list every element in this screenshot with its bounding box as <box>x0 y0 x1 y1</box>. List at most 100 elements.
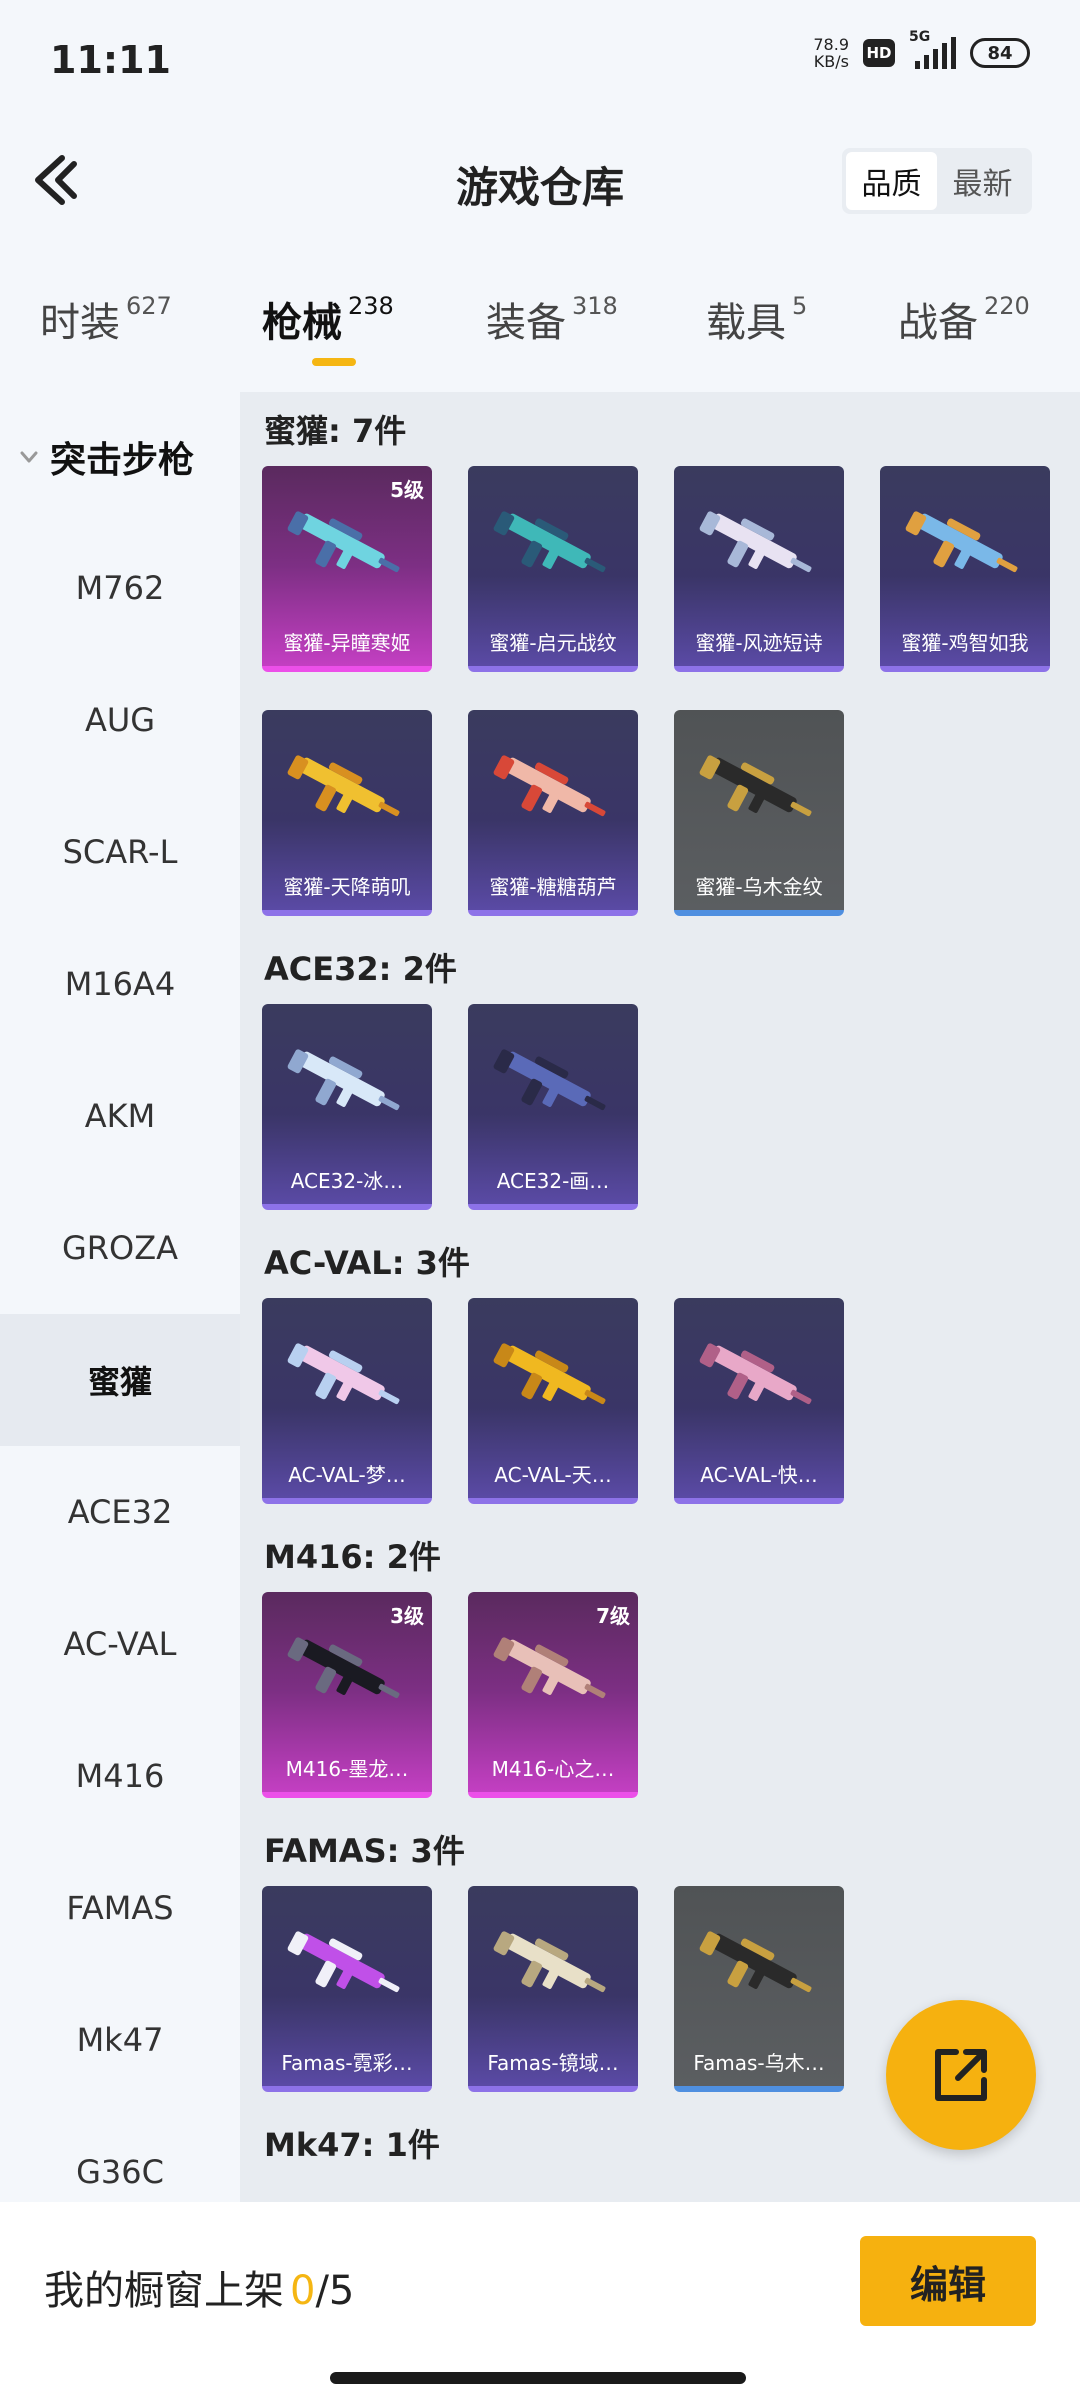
sort-toggle: 品质 最新 <box>842 148 1032 214</box>
weapon-skin-card[interactable]: AC-VAL-快… <box>674 1298 844 1504</box>
sidebar-item[interactable]: ACE32 <box>0 1446 240 1578</box>
tab-combat-gear[interactable]: 战备 220 <box>898 290 1030 348</box>
skin-name: Famas-霓彩… <box>281 2051 413 2075</box>
rifle-icon <box>493 511 606 573</box>
chevron-down-icon <box>20 451 38 463</box>
tab-count: 5 <box>792 292 808 320</box>
rifle-icon <box>493 1931 606 1993</box>
group-title: ACE32: 2件 <box>264 950 457 988</box>
external-link-icon <box>935 2049 987 2101</box>
sidebar-item[interactable]: M762 <box>0 522 240 654</box>
sidebar-item[interactable]: M16A4 <box>0 918 240 1050</box>
skin-name: 蜜獾-启元战纹 <box>489 631 617 655</box>
tab-count: 238 <box>348 292 394 320</box>
skin-name: 蜜獾-乌木金纹 <box>695 875 823 899</box>
battery-icon: 84 <box>970 38 1030 68</box>
skin-name: 蜜獾-异瞳寒姬 <box>283 631 411 655</box>
rifle-icon <box>699 755 812 817</box>
rifle-icon <box>699 511 812 573</box>
showcase-count-current: 0 <box>290 2268 316 2314</box>
showcase-title: 我的橱窗上架 <box>44 2268 284 2314</box>
sort-option-latest[interactable]: 最新 <box>937 152 1028 210</box>
skin-name: 蜜獾-风迹短诗 <box>695 631 823 655</box>
showcase-count-total: /5 <box>315 2268 355 2314</box>
showcase-label: 我的橱窗上架 0 /5 <box>44 2258 354 2316</box>
group-title: Mk47: 1件 <box>264 2126 440 2164</box>
weapon-skin-card[interactable]: 蜜獾-启元战纹 <box>468 466 638 672</box>
weapon-skin-card[interactable]: 蜜獾-风迹短诗 <box>674 466 844 672</box>
rifle-icon <box>493 1049 606 1111</box>
status-time: 11:11 <box>50 38 171 82</box>
weapon-skin-card[interactable]: Famas-乌木… <box>674 1886 844 2092</box>
skin-name: Famas-乌木… <box>693 2051 825 2075</box>
skin-name: 蜜獾-鸡智如我 <box>901 631 1029 655</box>
group-title: FAMAS: 3件 <box>264 1832 465 1870</box>
sidebar-item[interactable]: G36C <box>0 2106 240 2202</box>
tab-label: 时装 <box>40 300 120 346</box>
skin-name: ACE32-画… <box>496 1169 610 1193</box>
weapon-skin-card[interactable]: Famas-镜域… <box>468 1886 638 2092</box>
sidebar-category-label: 突击步枪 <box>50 440 195 481</box>
weapon-skin-card[interactable]: 3级 M416-墨龙… <box>262 1592 432 1798</box>
header: 游戏仓库 品质 最新 <box>0 120 1080 240</box>
rifle-icon <box>287 511 400 573</box>
tab-vehicles[interactable]: 载具 5 <box>706 290 807 348</box>
group-title: AC-VAL: 3件 <box>264 1244 470 1282</box>
sidebar-item[interactable]: M416 <box>0 1710 240 1842</box>
tab-count: 627 <box>126 292 172 320</box>
weapon-skin-card[interactable]: 蜜獾-鸡智如我 <box>880 466 1050 672</box>
tab-outfit[interactable]: 时装 627 <box>40 290 172 348</box>
skin-name: Famas-镜域… <box>487 2051 619 2075</box>
hd-icon: HD <box>863 39 895 67</box>
tab-label: 战备 <box>898 300 978 346</box>
skin-name: M416-墨龙… <box>285 1757 409 1781</box>
signal-icon: 5G <box>909 29 956 69</box>
weapon-sidebar[interactable]: 突击步枪 M762 AUG SCAR-L M16A4 AKM GROZA 蜜獾 ACE32 AC… <box>0 392 240 2202</box>
sidebar-item[interactable]: GROZA <box>0 1182 240 1314</box>
weapon-skin-card[interactable]: ACE32-冰… <box>262 1004 432 1210</box>
sidebar-item[interactable]: SCAR-L <box>0 786 240 918</box>
weapon-grid[interactable]: 蜜獾: 7件 5级 蜜獾-异瞳寒姬蜜獾-启元战纹 蜜獾-风迹短诗 蜜獾-鸡智如我蜜獾-天… <box>240 392 1080 2202</box>
bottom-bar: 我的橱窗上架 0 /5 编辑 <box>0 2202 1080 2400</box>
skin-name: AC-VAL-梦… <box>288 1463 406 1487</box>
status-icons: 78.9 KB/s HD 5G 84 <box>813 29 1030 71</box>
tab-label: 装备 <box>486 300 566 346</box>
sidebar-item[interactable]: AC-VAL <box>0 1578 240 1710</box>
weapon-skin-card[interactable]: Famas-霓彩… <box>262 1886 432 2092</box>
weapon-skin-card[interactable]: AC-VAL-梦… <box>262 1298 432 1504</box>
weapon-skin-card[interactable]: 蜜獾-天降萌叽 <box>262 710 432 916</box>
weapon-skin-card[interactable]: AC-VAL-天… <box>468 1298 638 1504</box>
rifle-icon <box>905 511 1018 573</box>
network-speed-value: 78.9 <box>813 35 849 54</box>
tab-count: 220 <box>984 292 1030 320</box>
home-indicator[interactable] <box>330 2372 746 2384</box>
rifle-icon <box>699 1343 812 1405</box>
sidebar-category-assault-rifle[interactable]: 突击步枪 <box>0 392 240 522</box>
group-title: M416: 2件 <box>264 1538 441 1576</box>
weapon-skin-card[interactable]: 蜜獾-乌木金纹 <box>674 710 844 916</box>
sidebar-list: M762 AUG SCAR-L M16A4 AKM GROZA 蜜獾 ACE32 AC-VAL M… <box>0 522 240 2202</box>
weapon-skin-card[interactable]: 5级 蜜獾-异瞳寒姬 <box>262 466 432 672</box>
rifle-icon <box>287 755 400 817</box>
rifle-icon <box>287 1049 400 1111</box>
group-title: 蜜獾: 7件 <box>264 412 407 450</box>
sort-option-quality[interactable]: 品质 <box>846 152 937 210</box>
weapon-skin-card[interactable]: 蜜獾-糖糖葫芦 <box>468 710 638 916</box>
skin-name: 蜜獾-天降萌叽 <box>283 875 411 899</box>
weapon-skin-card[interactable]: ACE32-画… <box>468 1004 638 1210</box>
sidebar-item[interactable]: Mk47 <box>0 1974 240 2106</box>
edit-button[interactable]: 编辑 <box>860 2236 1036 2326</box>
tab-firearms[interactable]: 枪械 238 <box>262 290 394 348</box>
rifle-icon <box>287 1637 400 1699</box>
sidebar-item[interactable]: 蜜獾 <box>0 1314 240 1446</box>
rifle-icon <box>493 1637 606 1699</box>
network-speed-unit: KB/s <box>813 52 849 71</box>
sidebar-item[interactable]: FAMAS <box>0 1842 240 1974</box>
weapon-skin-card[interactable]: 7级 M416-心之… <box>468 1592 638 1798</box>
sidebar-item[interactable]: AKM <box>0 1050 240 1182</box>
skin-name: AC-VAL-天… <box>494 1463 612 1487</box>
share-button[interactable] <box>886 2000 1036 2150</box>
sidebar-item[interactable]: AUG <box>0 654 240 786</box>
tab-count: 318 <box>572 292 618 320</box>
tab-equipment[interactable]: 装备 318 <box>486 290 618 348</box>
